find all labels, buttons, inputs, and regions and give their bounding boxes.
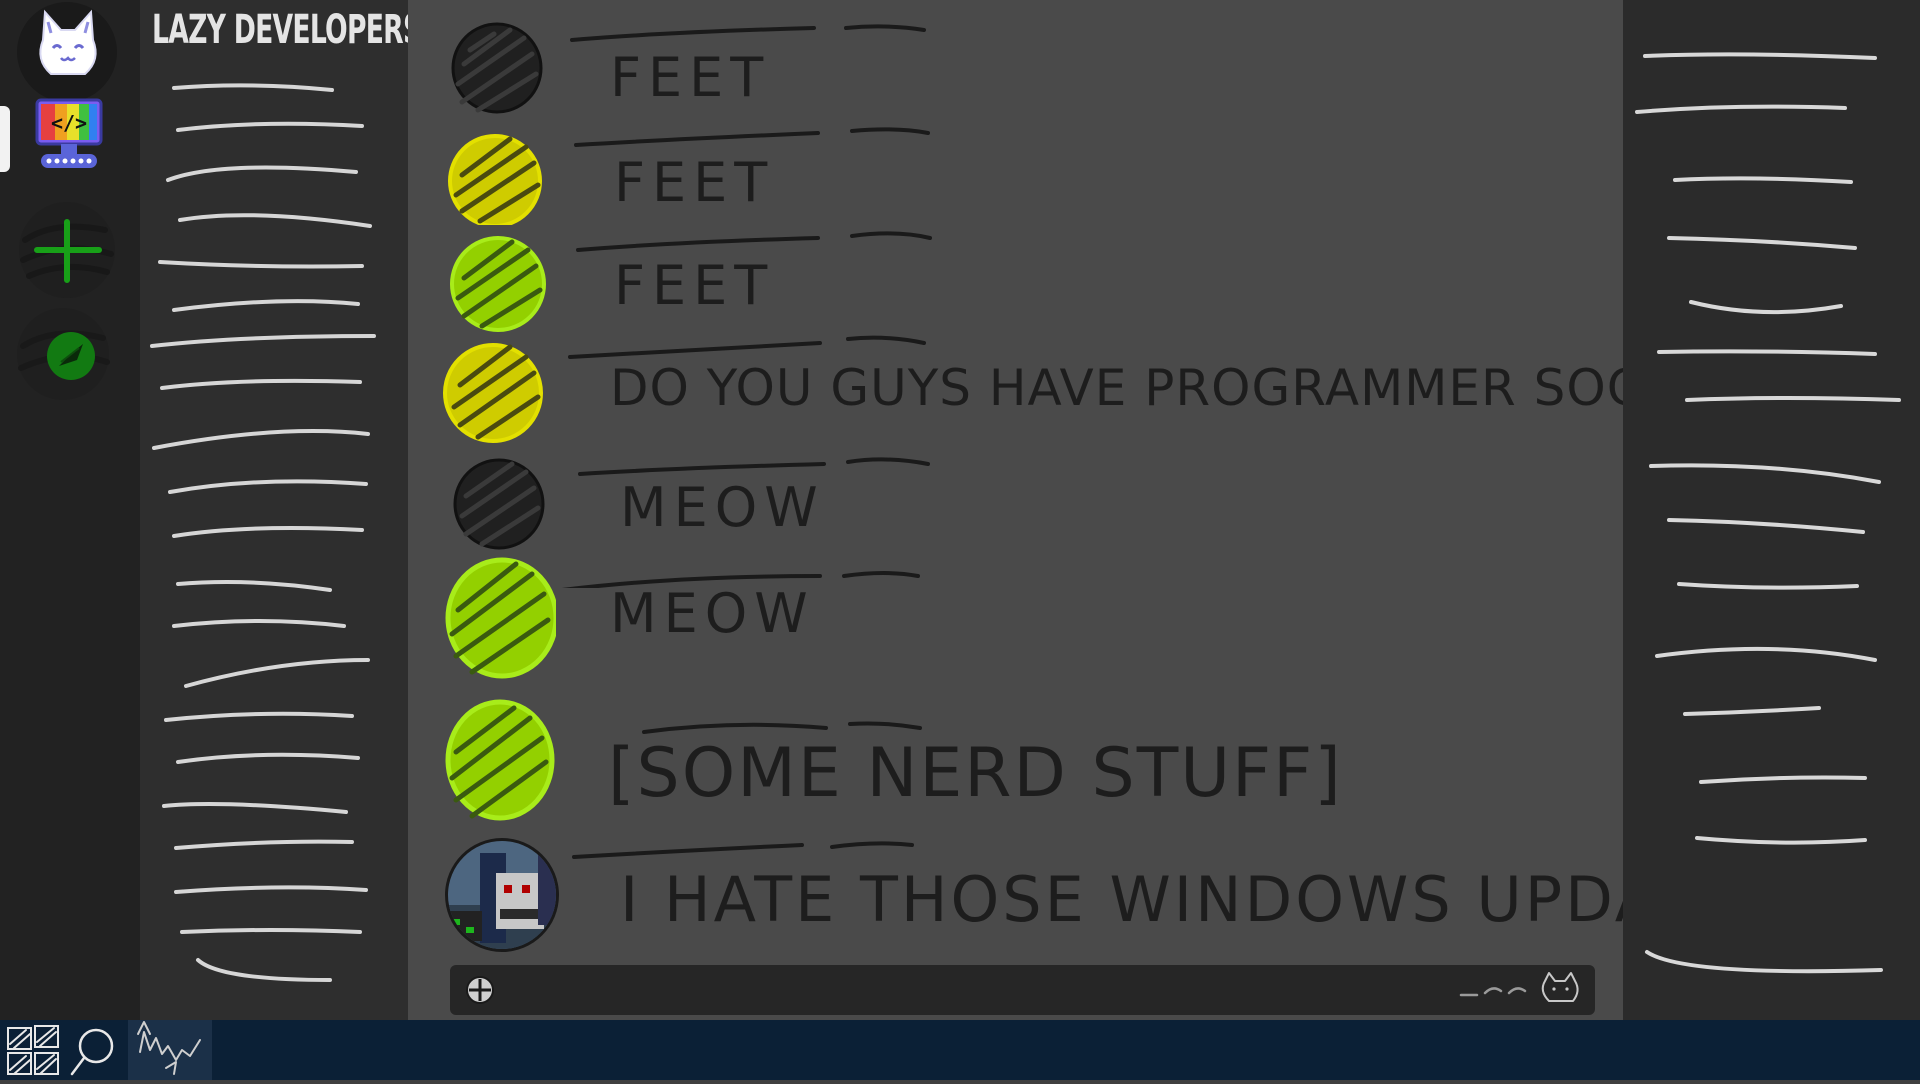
- member-item[interactable]: [1673, 176, 1853, 184]
- member-item[interactable]: [1657, 349, 1877, 356]
- channel-item[interactable]: [162, 802, 348, 814]
- message[interactable]: FEET: [440, 228, 1600, 332]
- user-avatar[interactable]: [440, 450, 550, 550]
- windows-start-icon[interactable]: [6, 1024, 60, 1078]
- user-avatar[interactable]: [440, 333, 550, 445]
- channel-item[interactable]: [158, 260, 364, 269]
- user-avatar[interactable]: [440, 125, 550, 225]
- message[interactable]: MEOW: [440, 552, 1600, 682]
- user-avatar[interactable]: [440, 228, 550, 338]
- channel-item[interactable]: [166, 165, 358, 182]
- svg-text:</>: </>: [51, 111, 87, 135]
- channel-item[interactable]: [178, 213, 372, 228]
- member-item[interactable]: [1685, 396, 1901, 402]
- app-icon: [137, 1021, 201, 1075]
- channel-sidebar: LAZY DEVELOPERS: [140, 0, 422, 1020]
- member-item[interactable]: [1677, 582, 1859, 590]
- member-list: [1623, 0, 1920, 1020]
- channel-item[interactable]: [150, 334, 376, 348]
- composer-extras: [1459, 972, 1579, 1002]
- message-text: FEET: [610, 46, 771, 109]
- dev-server-button[interactable]: </>: [15, 88, 119, 192]
- member-item[interactable]: [1667, 518, 1865, 534]
- message-input[interactable]: [510, 965, 1414, 1017]
- message[interactable]: DO YOU GUYS HAVE PROGRAMMER SOCKS???: [440, 333, 1791, 445]
- message[interactable]: MEOW: [440, 450, 1600, 550]
- search-icon[interactable]: [68, 1024, 120, 1078]
- channel-item[interactable]: [176, 121, 364, 132]
- taskbar: [0, 1020, 1920, 1080]
- server-rail: </>: [0, 0, 140, 1020]
- channel-item[interactable]: [172, 299, 360, 312]
- add-server-button[interactable]: [15, 200, 119, 304]
- message-text: DO YOU GUYS HAVE PROGRAMMER SOCKS???: [610, 359, 1792, 417]
- user-avatar[interactable]: [440, 552, 556, 682]
- member-item[interactable]: [1635, 104, 1847, 114]
- member-item[interactable]: [1667, 236, 1857, 250]
- user-avatar[interactable]: [440, 20, 550, 120]
- channel-item[interactable]: [174, 885, 368, 894]
- channel-item[interactable]: [160, 378, 362, 390]
- discover-servers-button[interactable]: [15, 304, 119, 408]
- channel-item[interactable]: [174, 839, 354, 850]
- message-text: FEET: [614, 151, 775, 214]
- plus-icon: [19, 202, 115, 298]
- member-item[interactable]: [1699, 775, 1867, 784]
- member-items[interactable]: [1623, 0, 1920, 1020]
- channel-item[interactable]: [184, 658, 370, 688]
- message[interactable]: I HATE THOSE WINDOWS UPDATES: [440, 835, 1778, 960]
- compass-icon: [17, 308, 110, 400]
- channel-item[interactable]: [168, 479, 368, 494]
- user-avatar[interactable]: [440, 698, 556, 828]
- channel-item[interactable]: [176, 580, 332, 592]
- channel-item[interactable]: [176, 752, 360, 764]
- server-name[interactable]: LAZY DEVELOPERS: [152, 0, 422, 60]
- message-text: [SOME NERD STUFF]: [608, 734, 1343, 813]
- message[interactable]: FEET: [440, 125, 1600, 225]
- channel-list[interactable]: [140, 60, 408, 1000]
- message-text: MEOW: [620, 476, 825, 539]
- channel-item[interactable]: [172, 619, 346, 628]
- cat-emoji-icon[interactable]: [1541, 972, 1579, 1002]
- message-composer[interactable]: [450, 965, 1595, 1017]
- channel-item[interactable]: [180, 928, 362, 934]
- member-item[interactable]: [1695, 836, 1867, 845]
- code-monitor-icon: </>: [35, 98, 103, 168]
- username[interactable]: [556, 835, 976, 865]
- message[interactable]: FEET: [440, 20, 1600, 120]
- taskbar-app-button[interactable]: [128, 1020, 212, 1080]
- channel-item[interactable]: [196, 958, 332, 982]
- message-text: I HATE THOSE WINDOWS UPDATES: [620, 863, 1781, 936]
- member-item[interactable]: [1643, 52, 1877, 60]
- chat-area: FEET FEET FEET DO YOU GUYS HAVE PROGRAMM…: [408, 0, 1791, 1020]
- member-item[interactable]: [1649, 463, 1881, 484]
- channel-item[interactable]: [172, 83, 334, 92]
- member-item[interactable]: [1655, 646, 1877, 662]
- active-server-indicator: [0, 106, 10, 172]
- username[interactable]: [556, 698, 976, 738]
- member-item[interactable]: [1645, 950, 1883, 974]
- user-avatar[interactable]: [440, 835, 564, 959]
- attach-icon[interactable]: [464, 974, 496, 1006]
- member-item[interactable]: [1689, 300, 1843, 315]
- message[interactable]: [SOME NERD STUFF]: [440, 698, 1600, 828]
- member-item[interactable]: [1683, 706, 1821, 716]
- channel-item[interactable]: [164, 711, 354, 722]
- channel-item[interactable]: [152, 429, 370, 450]
- message-text: MEOW: [610, 582, 815, 645]
- message-text: FEET: [614, 254, 775, 317]
- channel-item[interactable]: [172, 526, 364, 538]
